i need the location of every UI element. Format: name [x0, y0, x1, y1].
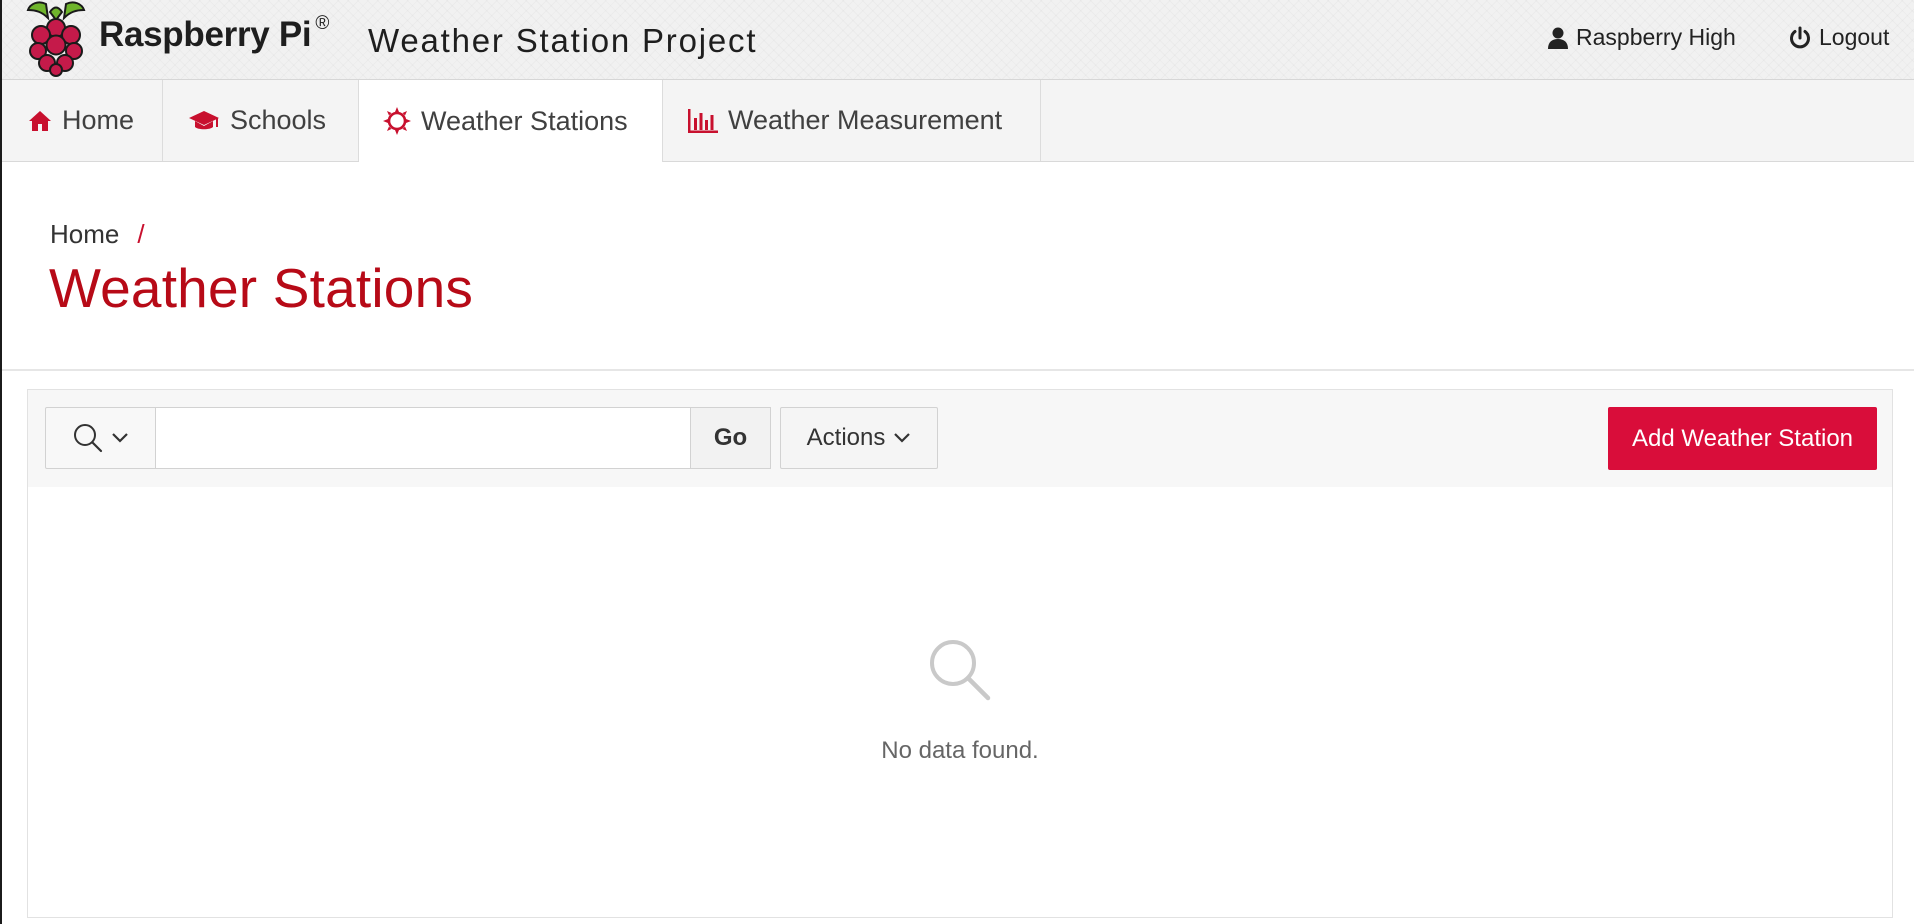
empty-search-icon	[930, 640, 991, 701]
bar-chart-icon	[688, 108, 718, 133]
breadcrumb-home-link[interactable]: Home	[50, 219, 119, 250]
chevron-down-icon	[111, 433, 128, 443]
search-input[interactable]	[155, 407, 691, 469]
logout-link[interactable]: Logout	[1789, 24, 1889, 51]
actions-label: Actions	[806, 424, 886, 451]
tab-home[interactable]: Home	[2, 80, 163, 161]
window-edge	[0, 0, 2, 924]
tab-weather-stations[interactable]: Weather Stations	[359, 80, 663, 162]
tab-schools-label: Schools	[230, 105, 327, 135]
user-name: Raspberry High	[1576, 24, 1736, 50]
go-button[interactable]: Go	[690, 407, 771, 469]
chevron-down-icon	[894, 433, 911, 443]
breadcrumb: Home /	[50, 219, 145, 250]
main-navigation: Home Schools Weather Stations Weather Me…	[2, 80, 1914, 162]
brand-name: Raspberry Pi ®	[99, 13, 330, 54]
header-divider	[2, 369, 1914, 371]
tab-weather-measurement[interactable]: Weather Measurement	[663, 80, 1041, 161]
no-data-message: No data found.	[881, 737, 1039, 764]
search-icon	[73, 424, 102, 453]
sun-icon	[383, 107, 411, 135]
power-icon	[1790, 26, 1810, 48]
actions-menu-button[interactable]: Actions	[780, 407, 938, 469]
user-icon	[1548, 27, 1568, 49]
user-menu[interactable]: Raspberry High	[1548, 24, 1736, 51]
page-title: Weather Stations	[49, 257, 474, 319]
registered-mark: ®	[315, 13, 330, 35]
report-toolbar: Go Actions Add Weather Station	[28, 390, 1892, 487]
search-column-selector[interactable]	[45, 407, 156, 469]
home-icon	[28, 110, 52, 132]
project-title: Weather Station Project	[368, 22, 758, 59]
add-weather-station-button[interactable]: Add Weather Station	[1608, 407, 1877, 470]
tab-weather-measurement-label: Weather Measurement	[728, 105, 1003, 135]
graduation-cap-icon	[188, 109, 220, 133]
logout-label: Logout	[1819, 24, 1890, 50]
tab-home-label: Home	[62, 105, 135, 135]
tab-schools[interactable]: Schools	[163, 80, 359, 161]
interactive-report: Go Actions Add Weather Station No data f…	[27, 389, 1893, 918]
app-header: Raspberry Pi ® Weather Station Project Ra…	[0, 0, 1914, 80]
raspberry-pi-logo	[26, 1, 86, 77]
tab-weather-stations-label: Weather Stations	[421, 105, 628, 136]
breadcrumb-separator: /	[137, 219, 145, 249]
